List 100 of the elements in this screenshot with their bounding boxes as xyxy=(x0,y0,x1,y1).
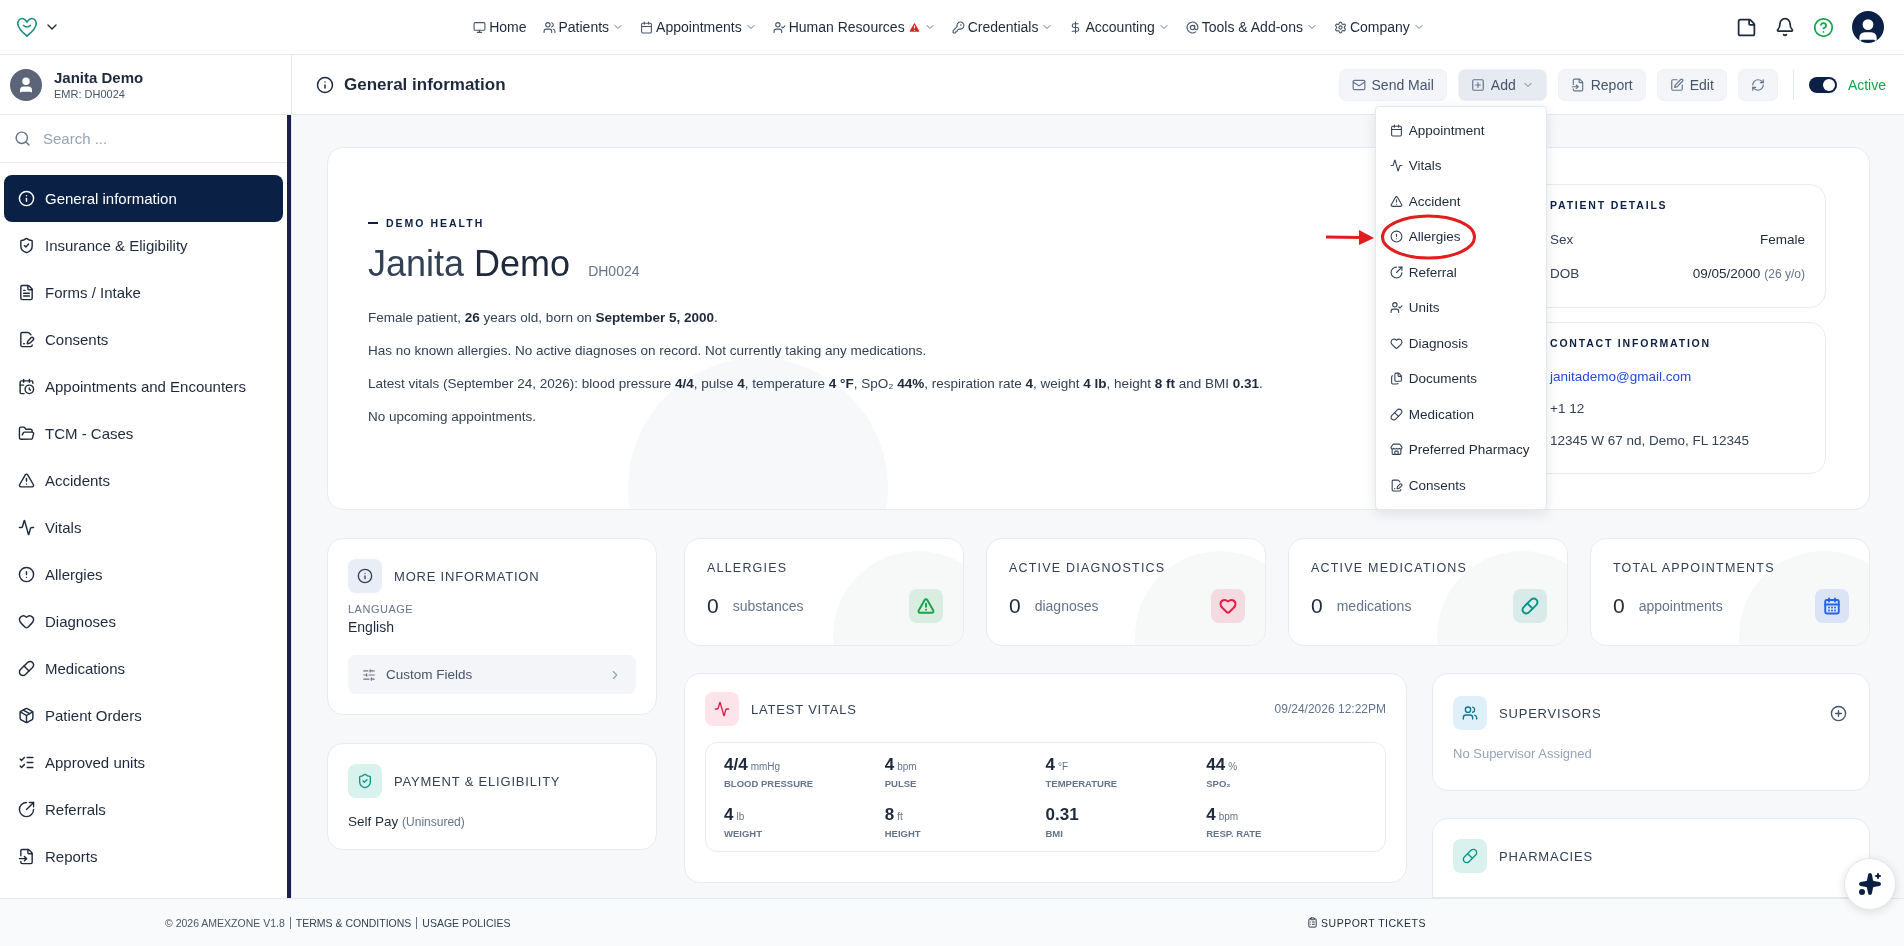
search-field[interactable]: Search ... xyxy=(41,129,273,148)
panel-title: PHARMACIES xyxy=(1499,848,1594,864)
vital-value: 8 ft xyxy=(884,805,904,825)
sidebar-item-icon xyxy=(18,378,35,395)
footer-link[interactable]: TERMS & CONDITIONS xyxy=(295,916,412,929)
logo-icon[interactable] xyxy=(14,15,40,39)
dropdown-item[interactable]: Allergies xyxy=(1375,219,1546,255)
stat-count: 0 xyxy=(707,594,719,618)
nav-menu-item[interactable]: Appointments xyxy=(638,15,759,39)
summary-text: Female patient, 26 years old, born on September 5, 2000. xyxy=(368,308,718,327)
patient-id: DH0024 xyxy=(588,262,640,279)
dropdown-item[interactable]: Preferred Pharmacy xyxy=(1375,432,1546,468)
section-title: PATIENT DETAILS xyxy=(1550,198,1669,211)
stat-unit: diagnoses xyxy=(1034,598,1100,614)
profile-avatar[interactable] xyxy=(1852,11,1884,43)
menu-item-icon xyxy=(1389,443,1403,457)
menu-item-icon xyxy=(1389,372,1403,386)
people-icon xyxy=(1462,705,1478,721)
dropdown-item[interactable]: Accident xyxy=(1375,183,1546,219)
sidebar-item[interactable]: General information xyxy=(4,175,283,222)
dropdown-item[interactable]: Medication xyxy=(1375,396,1546,432)
eyebrow-label: DEMO HEALTH xyxy=(368,216,485,229)
copyright-text: © 2026 AMEXZONE V1.8 xyxy=(165,916,285,929)
stat-title: TOTAL APPOINTMENTS xyxy=(1613,561,1776,575)
nav-menu-item[interactable]: Patients xyxy=(540,15,627,39)
menu-item-icon xyxy=(1389,194,1403,208)
dropdown-item[interactable]: Diagnosis xyxy=(1375,325,1546,361)
shield-icon xyxy=(357,773,373,789)
sidebar-item[interactable]: Consents xyxy=(4,316,283,363)
field-label: LANGUAGE xyxy=(348,603,415,615)
sidebar-item[interactable]: Reports xyxy=(4,833,283,880)
stat-unit: appointments xyxy=(1638,598,1724,614)
sidebar-item-icon xyxy=(18,472,35,489)
nav-menu-item[interactable]: Accounting xyxy=(1067,15,1172,39)
sidebar-item[interactable]: Forms / Intake xyxy=(4,269,283,316)
sidebar-item[interactable]: Vitals xyxy=(4,504,283,551)
sidebar-item-icon xyxy=(18,425,35,442)
dropdown-item[interactable]: Documents xyxy=(1375,361,1546,397)
sidebar-item[interactable]: Diagnoses xyxy=(4,598,283,645)
clipboard-icon xyxy=(1307,917,1319,928)
sidebar-item[interactable]: Allergies xyxy=(4,551,283,598)
toolbar-button[interactable]: Add xyxy=(1457,68,1547,101)
add-icon[interactable] xyxy=(1830,704,1847,722)
dropdown-item[interactable]: Units xyxy=(1375,290,1546,326)
sidebar-item[interactable]: Patient Orders xyxy=(4,692,283,739)
help-icon[interactable] xyxy=(1813,16,1834,38)
vital-label: HEIGHT xyxy=(884,828,922,839)
nav-menu-item[interactable]: Credentials xyxy=(949,15,1056,39)
button-icon xyxy=(1470,77,1485,92)
dropdown-item[interactable]: Referral xyxy=(1375,254,1546,290)
toolbar-button[interactable]: Send Mail xyxy=(1338,68,1447,101)
nav-menu-item[interactable]: Company xyxy=(1331,15,1427,39)
dropdown-item[interactable]: Appointment xyxy=(1375,112,1546,148)
footer-link[interactable]: USAGE POLICIES xyxy=(422,916,511,929)
custom-fields-button[interactable]: Custom Fields xyxy=(348,655,636,694)
nav-menu-item[interactable]: Home xyxy=(471,15,529,39)
button-icon xyxy=(1570,77,1585,92)
vital-value: 4 bpm xyxy=(884,755,918,775)
stat-unit: substances xyxy=(732,598,805,614)
note-icon[interactable] xyxy=(1736,16,1757,38)
bell-icon[interactable] xyxy=(1775,17,1795,37)
sidebar-item-icon xyxy=(18,190,35,207)
nav-item-icon xyxy=(951,20,965,34)
dropdown-item[interactable]: Vitals xyxy=(1375,148,1546,184)
sidebar-item-icon xyxy=(18,801,35,818)
menu-item-icon xyxy=(1389,478,1403,492)
menu-item-icon xyxy=(1389,265,1403,279)
sidebar-item-icon xyxy=(18,707,35,724)
status-toggle[interactable] xyxy=(1808,76,1837,93)
nav-item-icon xyxy=(542,20,556,34)
panel-title: MORE INFORMATION xyxy=(394,568,541,584)
nav-menu-item[interactable]: Human Resources xyxy=(770,15,938,39)
sidebar-item[interactable]: TCM - Cases xyxy=(4,410,283,457)
email-link[interactable]: janitademo@gmail.com xyxy=(1550,369,1692,384)
empty-message: No Supervisor Assigned xyxy=(1453,746,1593,761)
sidebar-item[interactable]: Medications xyxy=(4,645,283,692)
vital-value: 4 °F xyxy=(1045,755,1070,775)
nav-menu-item[interactable]: Tools & Add-ons xyxy=(1183,15,1320,39)
panel-title: PAYMENT & ELIGIBILITY xyxy=(394,773,562,789)
detail-value: 09/05/2000 (26 y/o) xyxy=(1692,266,1805,281)
sidebar-item[interactable]: Approved units xyxy=(4,739,283,786)
toolbar-button[interactable]: Edit xyxy=(1656,68,1727,101)
menu-item-icon xyxy=(1389,230,1403,244)
sidebar-item-icon xyxy=(18,848,35,865)
sidebar-item[interactable]: Accidents xyxy=(4,457,283,504)
payment-value: Self Pay (Uninsured) xyxy=(348,814,466,829)
refresh-button[interactable] xyxy=(1737,68,1778,101)
warning-icon xyxy=(907,20,921,34)
toolbar-button[interactable]: Report xyxy=(1557,68,1646,101)
sidebar-item-icon xyxy=(18,613,35,630)
dropdown-item[interactable]: Consents xyxy=(1375,467,1546,503)
field-value: English xyxy=(348,619,395,635)
sliders-icon xyxy=(362,667,376,682)
sidebar-item[interactable]: Appointments and Encounters xyxy=(4,363,283,410)
support-tickets-link[interactable]: SUPPORT TICKETS xyxy=(1307,916,1426,929)
panel-title: SUPERVISORS xyxy=(1499,705,1603,721)
annotation-arrow xyxy=(1325,230,1374,245)
sidebar-item[interactable]: Referrals xyxy=(4,786,283,833)
stat-title: ACTIVE MEDICATIONS xyxy=(1311,561,1469,575)
sidebar-item[interactable]: Insurance & Eligibility xyxy=(4,222,283,269)
